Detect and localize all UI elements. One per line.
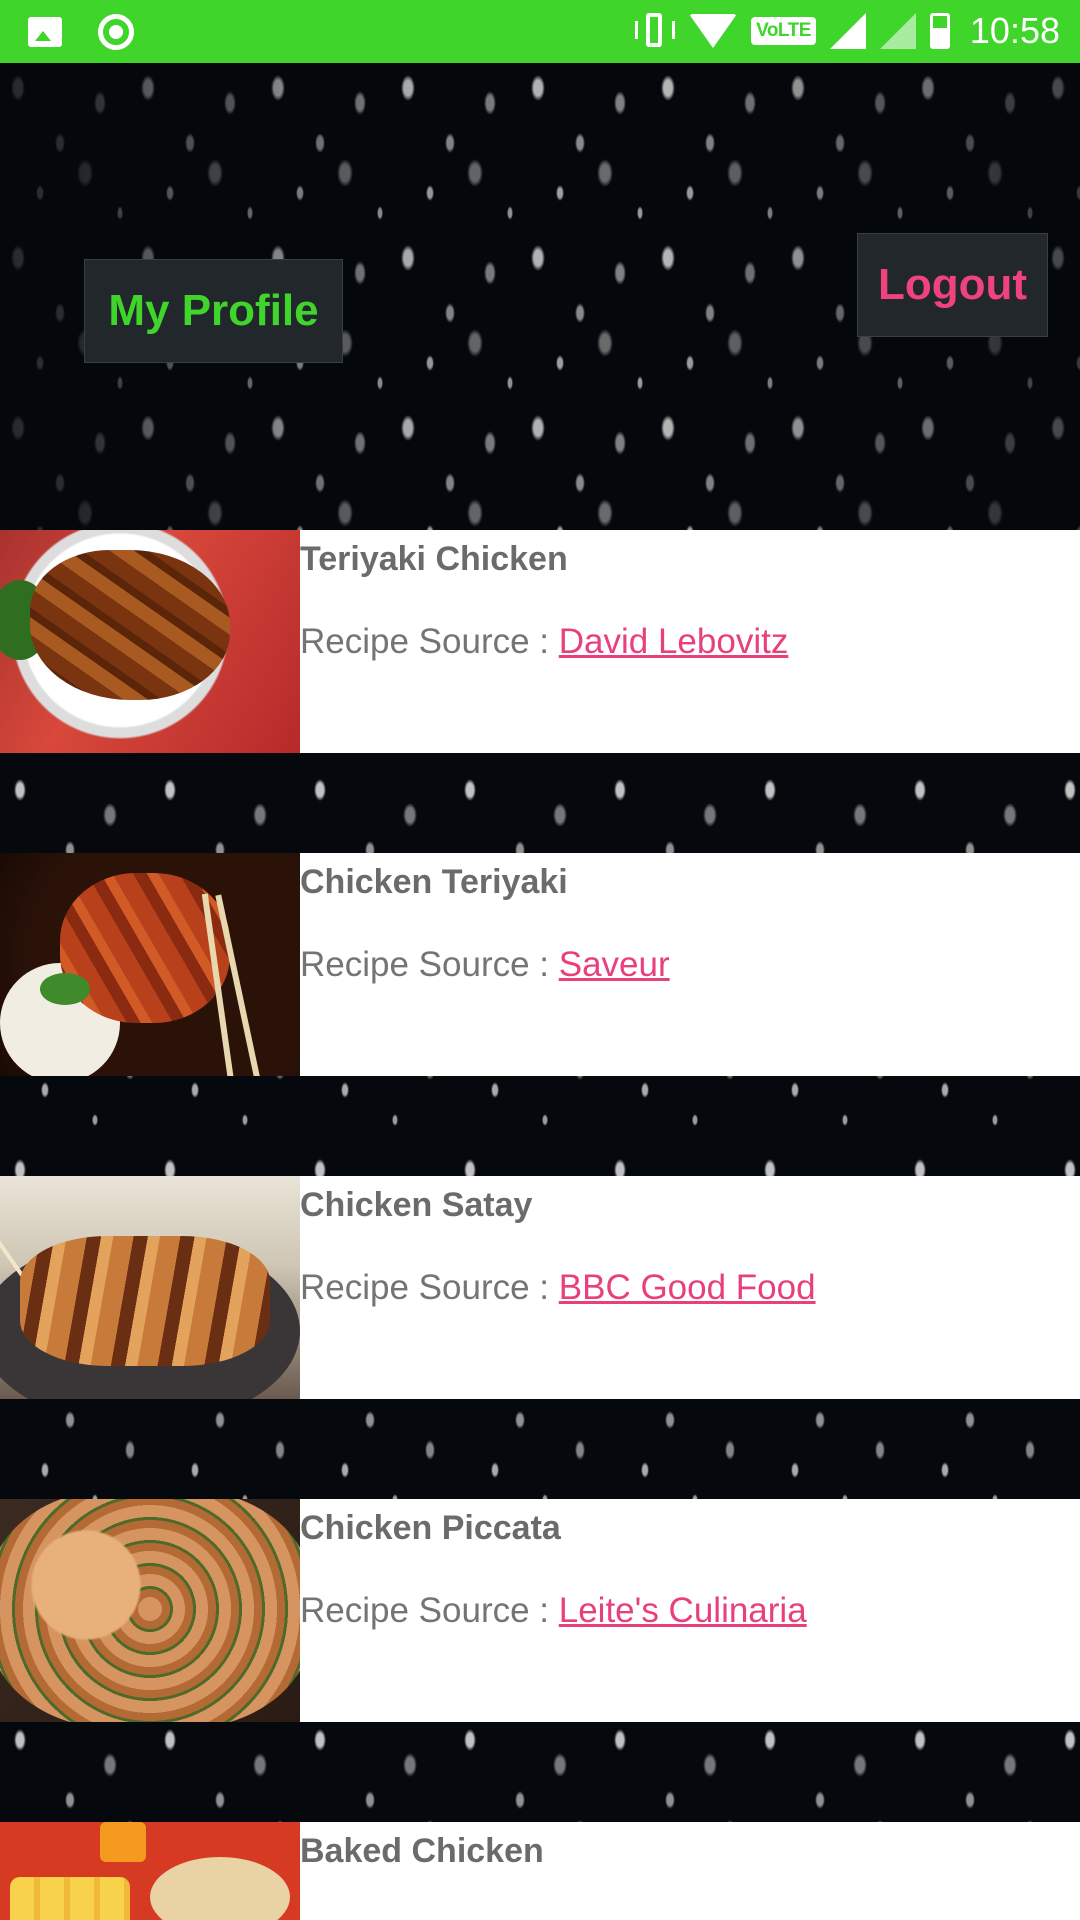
- recipe-source-link[interactable]: Saveur: [559, 945, 670, 984]
- vibrate-icon: [635, 13, 676, 49]
- gallery-icon: [28, 17, 62, 47]
- recipe-source: Recipe Source : Saveur: [300, 945, 670, 985]
- recipe-title: Baked Chicken: [300, 1832, 544, 1870]
- wifi-icon: [689, 14, 738, 48]
- signal-roaming-icon: [879, 13, 916, 49]
- recipe-image: [0, 1176, 300, 1399]
- recipe-title: Chicken Teriyaki: [300, 863, 568, 901]
- signal-icon: [829, 13, 866, 49]
- recipe-title: Chicken Satay: [300, 1186, 533, 1224]
- recipe-image: [0, 1499, 300, 1722]
- status-time: 10:58: [969, 10, 1060, 51]
- recipe-source-link[interactable]: David Lebovitz: [559, 622, 789, 661]
- recipe-source-link[interactable]: Leite's Culinaria: [559, 1591, 807, 1630]
- recipe-card[interactable]: Baked Chicken: [0, 1822, 1080, 1920]
- header-banner: My Profile Logout: [0, 63, 1080, 530]
- recipe-card[interactable]: Teriyaki Chicken Recipe Source : David L…: [0, 530, 1080, 753]
- recipe-card[interactable]: Chicken Satay Recipe Source : BBC Good F…: [0, 1176, 1080, 1399]
- status-bar: VoLTE 10:58: [0, 0, 1080, 63]
- recipe-image: [0, 1822, 300, 1920]
- recipe-source-label: Recipe Source :: [300, 622, 559, 661]
- volte-badge: VoLTE: [751, 17, 816, 45]
- recipe-source-label: Recipe Source :: [300, 945, 559, 984]
- recipe-source: Recipe Source : David Lebovitz: [300, 622, 788, 662]
- recipe-source: Recipe Source : BBC Good Food: [300, 1268, 816, 1308]
- recipe-image: [0, 530, 300, 753]
- recipe-source-label: Recipe Source :: [300, 1268, 559, 1307]
- recipe-source-label: Recipe Source :: [300, 1591, 559, 1630]
- recipe-source-link[interactable]: BBC Good Food: [559, 1268, 816, 1307]
- recipe-source: Recipe Source : Leite's Culinaria: [300, 1591, 807, 1631]
- recipe-card[interactable]: Chicken Piccata Recipe Source : Leite's …: [0, 1499, 1080, 1722]
- recipe-image: [0, 853, 300, 1076]
- recipe-title: Chicken Piccata: [300, 1509, 561, 1547]
- my-profile-button[interactable]: My Profile: [84, 259, 343, 363]
- logout-button[interactable]: Logout: [857, 233, 1048, 337]
- battery-charging-icon: [929, 13, 950, 49]
- recipe-title: Teriyaki Chicken: [300, 540, 568, 578]
- record-icon: [98, 14, 134, 50]
- recipe-card[interactable]: Chicken Teriyaki Recipe Source : Saveur: [0, 853, 1080, 1076]
